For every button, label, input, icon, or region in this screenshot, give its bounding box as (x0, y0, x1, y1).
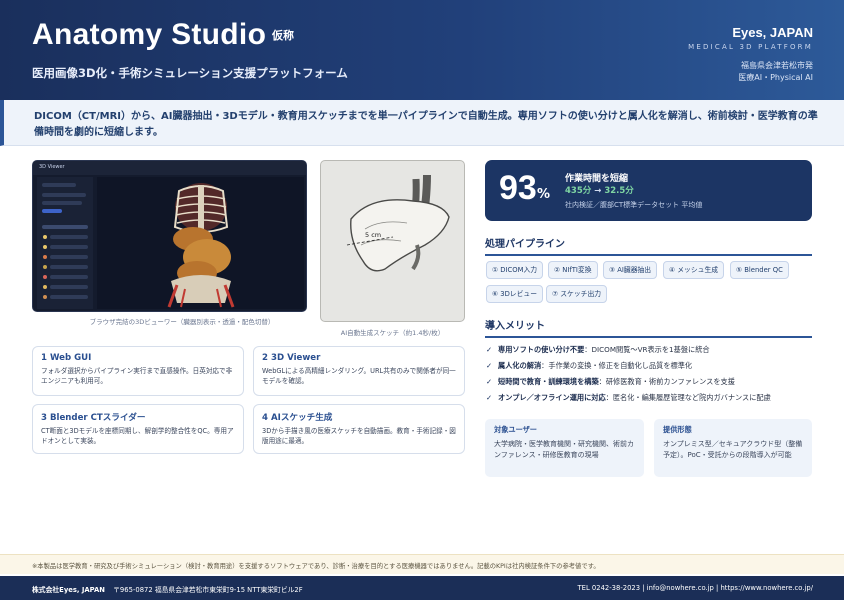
check-icon: ✓ (486, 345, 493, 354)
organ-color-dot (43, 275, 47, 279)
feature-title: 3 Blender CTスライダー (41, 413, 146, 423)
product-subtitle: 医用画像3D化・手術シミュレーション支援プラットフォーム (32, 66, 348, 80)
feature-card-blender-slider: 3 Blender CTスライダー CT断面と3Dモデルを座標同期し、解剖学的整… (32, 404, 244, 454)
offering-title: 提供形態 (663, 425, 692, 434)
focus-label: 医療AI・Physical AI (738, 73, 813, 82)
viewer-app-label: 3D Viewer (39, 164, 65, 170)
organ-row (50, 255, 88, 259)
merit-body: ：手作業の変換・修正を自動化し品質を標準化 (541, 361, 693, 370)
pipeline-step: ③ AI臓器抽出 (603, 261, 658, 279)
viewer-group-row (42, 225, 88, 229)
organ-row (50, 235, 88, 239)
pipeline-step: ① DICOM入力 (486, 261, 544, 279)
target-users-box: 対象ユーザー 大学病院・医学教育機関・研究機関、術前カンファレンス・研修医教育の… (485, 419, 644, 477)
organ-row (50, 295, 88, 299)
organ-color-dot (43, 295, 47, 299)
lead-text: DICOM（CT/MRI）から、AI臓器抽出・3Dモデル・教育用スケッチまでを単… (34, 111, 818, 138)
origin-label: 福島県会津若松市発 (741, 61, 813, 70)
merit-head: オンプレ／オフライン運用に対応 (498, 393, 606, 402)
feature-body: 3Dから手描き風の医療スケッチを自動描画。教育・手術記録・図版用途に最適。 (262, 427, 456, 445)
footer-address: 〒965-0872 福島県会津若松市東栄町9-15 NTT東栄町ビル2F (113, 586, 303, 594)
feature-card-web-gui: 1 Web GUI フォルダ選択からパイプライン実行まで直感操作。日英対応で非エ… (32, 346, 244, 396)
merit-body: ：匿名化・編集履歴管理など院内ガバナンスに配慮 (605, 393, 771, 402)
kpi-note: 社内検証／腹部CT標準データセット 平均値 (565, 201, 703, 209)
kpi-panel: 93 % 作業時間を短縮 435分 → 32.5分 社内検証／腹部CT標準データ… (485, 160, 812, 221)
company-name: Eyes, JAPAN (732, 25, 813, 40)
kpi-unit: % (537, 187, 551, 202)
viewer-organ-list (37, 177, 93, 309)
target-users-title: 対象ユーザー (494, 425, 537, 434)
feature-card-3d-viewer: 2 3D Viewer WebGLによる高精細レンダリング。URL共有のみで関係… (253, 346, 465, 396)
merit-item: ✓ オンプレ／オフライン運用に対応：匿名化・編集履歴管理など院内ガバナンスに配慮 (486, 393, 812, 403)
organ-color-dot (43, 245, 47, 249)
organ-row (50, 275, 88, 279)
kpi-before: 435分 (565, 186, 592, 196)
product-title: Anatomy Studio (32, 18, 267, 51)
check-icon: ✓ (486, 393, 493, 402)
feature-body: CT断面と3Dモデルを座標同期し、解剖学的整合性をQC。専用アドオンとして実装。 (41, 427, 234, 445)
pipeline-heading: 処理パイプライン (485, 235, 812, 256)
merit-item: ✓ 専用ソフトの使い分け不要：DICOM閲覧〜VR表示を1基盤に統合 (486, 345, 812, 355)
pipeline-step: ⑤ Blender QC (730, 261, 789, 279)
footer: 株式会社Eyes, JAPAN 〒965-0872 福島県会津若松市東栄町9-1… (0, 576, 844, 600)
liver-sketch: 5 cm (346, 174, 450, 272)
footer-company: 株式会社Eyes, JAPAN (32, 586, 105, 594)
kpi-arrow: → (594, 186, 602, 196)
merit-head: 属人化の解消 (498, 361, 542, 370)
ai-sketch-image: 5 cm (320, 160, 465, 322)
viewer-screenshot: 3D Viewer (32, 160, 307, 312)
merit-body: ：DICOM閲覧〜VR表示を1基盤に統合 (584, 345, 710, 354)
kpi-after: 32.5分 (604, 186, 634, 196)
organ-color-dot (43, 285, 47, 289)
feature-card-ai-sketch: 4 AIスケッチ生成 3Dから手描き風の医療スケッチを自動描画。教育・手術記録・… (253, 404, 465, 454)
organ-row (50, 265, 88, 269)
viewer-control-row (42, 193, 86, 197)
organ-color-dot (43, 265, 47, 269)
pipeline-step: ② NIfTI変換 (548, 261, 598, 279)
pipeline-step: ④ メッシュ生成 (663, 261, 725, 279)
kpi-label: 作業時間を短縮 (565, 174, 629, 184)
feature-body: フォルダ選択からパイプライン実行まで直感操作。日英対応で非エンジニアも利用可。 (41, 367, 233, 385)
organ-row (50, 285, 88, 289)
merit-body: ：研修医教育・術前カンファレンスを支援 (598, 377, 735, 386)
feature-title: 1 Web GUI (41, 353, 92, 363)
sketch-caption: AI自動生成スケッチ（約1.4秒/枚） (340, 329, 445, 337)
merit-item: ✓ 属人化の解消：手作業の変換・修正を自動化し品質を標準化 (486, 361, 812, 371)
pipeline-step: ⑦ スケッチ出力 (546, 285, 608, 303)
target-users-body: 大学病院・医学教育機関・研究機関、術前カンファレンス・研修医教育の現場 (494, 440, 634, 459)
organ-color-dot (43, 235, 47, 239)
feature-title: 2 3D Viewer (262, 353, 321, 363)
disclaimer: ※本製品は医学教育・研究及び手術シミュレーション（検討・教育用途）を支援するソフ… (0, 554, 844, 574)
merit-item: ✓ 短時間で教育・訓練環境を構築：研修医教育・術前カンファレンスを支援 (486, 377, 812, 387)
merits-heading: 導入メリット (485, 317, 812, 338)
header-banner: Anatomy Studio 仮称 医用画像3D化・手術シミュレーション支援プラ… (0, 0, 844, 100)
footer-contact[interactable]: TEL 0242-38-2023 | info@nowhere.co.jp | … (578, 584, 813, 592)
check-icon: ✓ (486, 377, 493, 386)
provisional-name-tag: 仮称 (272, 29, 294, 42)
offering-box: 提供形態 オンプレミス型／セキュアクラウド型（整備予定）。PoC・受託からの段階… (654, 419, 812, 477)
viewer-search-row (42, 183, 76, 187)
kpi-before-after: 435分 → 32.5分 (565, 184, 634, 196)
merit-head: 専用ソフトの使い分け不要 (498, 345, 585, 354)
organ-color-dot (43, 255, 47, 259)
organ-row (50, 245, 88, 249)
kpi-value: 93 (499, 169, 537, 207)
viewer-titlebar: 3D Viewer (33, 161, 306, 175)
torso-render (167, 183, 235, 308)
lead-statement: DICOM（CT/MRI）から、AI臓器抽出・3Dモデル・教育用スケッチまでを単… (0, 100, 844, 146)
offering-body: オンプレミス型／セキュアクラウド型（整備予定）。PoC・受託からの段階導入が可能 (663, 440, 803, 459)
feature-body: WebGLによる高精細レンダリング。URL共有のみで関係者が同一モデルを確認。 (262, 367, 456, 385)
pipeline-step: ⑥ 3Dレビュー (486, 285, 543, 303)
footer-company-block: 株式会社Eyes, JAPAN 〒965-0872 福島県会津若松市東栄町9-1… (32, 586, 303, 594)
check-icon: ✓ (486, 361, 493, 370)
feature-title: 4 AIスケッチ生成 (262, 413, 333, 423)
viewer-control-row (42, 201, 82, 205)
platform-label: MEDICAL 3D PLATFORM (688, 43, 813, 51)
sketch-measure-label: 5 cm (365, 231, 381, 239)
viewer-button-row (42, 209, 62, 213)
viewer-caption: ブラウザ完結の3Dビューワー（臓器別表示・透過・配色切替） (89, 318, 275, 326)
merit-head: 短時間で教育・訓練環境を構築 (498, 377, 599, 386)
viewer-canvas[interactable] (97, 177, 304, 309)
